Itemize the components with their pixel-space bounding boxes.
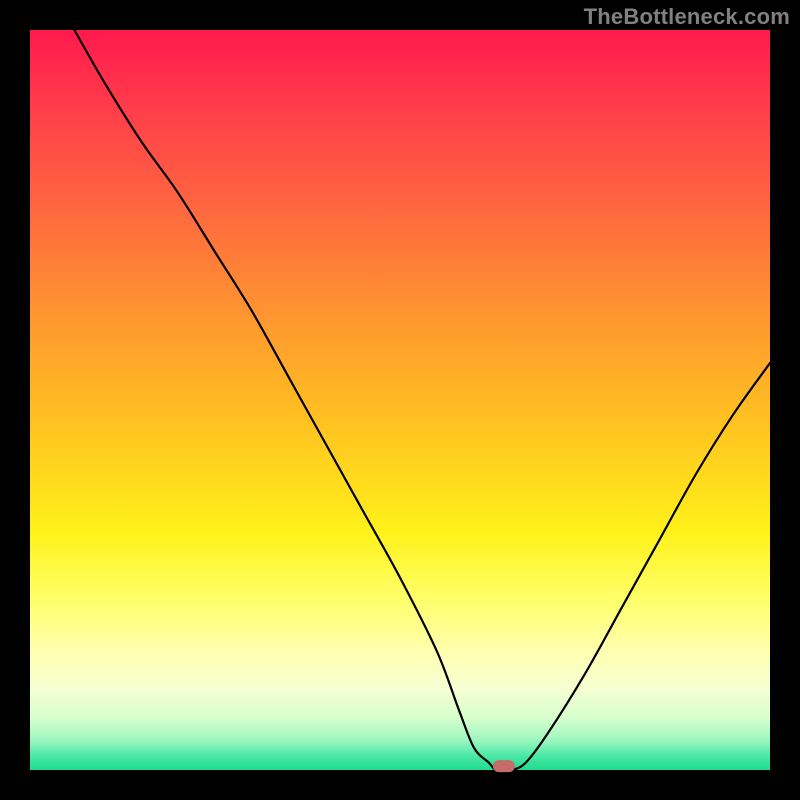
plot-area [30,30,770,770]
watermark-text: TheBottleneck.com [584,4,790,30]
optimum-marker [493,760,515,772]
data-curve [74,30,770,771]
chart-frame: TheBottleneck.com [0,0,800,800]
curve-svg [30,30,770,770]
